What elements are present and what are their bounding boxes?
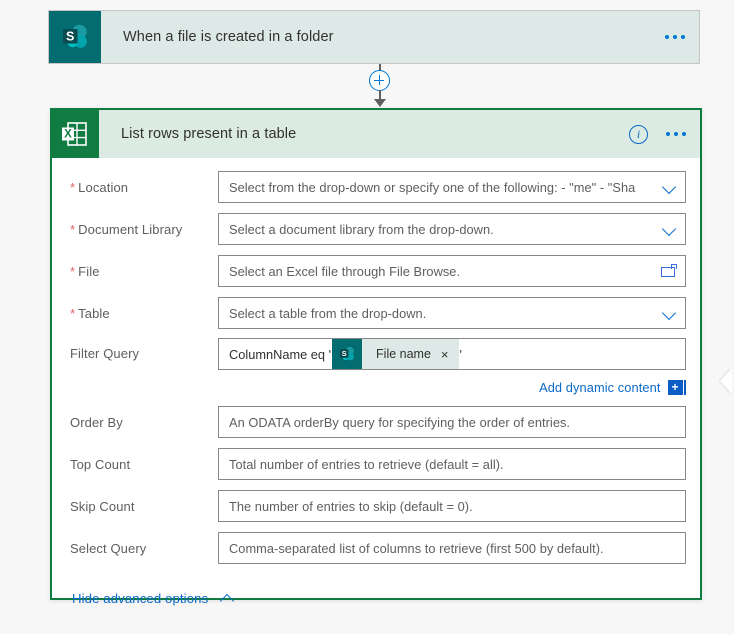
action-card-header[interactable]: X List rows present in a table i — [51, 109, 700, 158]
file-input[interactable]: Select an Excel file through File Browse… — [218, 255, 686, 287]
folder-icon[interactable] — [661, 264, 677, 278]
chevron-down-icon[interactable] — [663, 180, 677, 194]
field-row-select-query: Select Query Comma-separated list of col… — [52, 531, 700, 565]
table-placeholder: Select a table from the drop-down. — [229, 305, 427, 321]
action-more-button[interactable] — [666, 132, 686, 136]
dynamic-content-token[interactable]: S File name × — [332, 339, 459, 369]
dot — [673, 35, 677, 39]
field-row-top-count: Top Count Total number of entries to ret… — [52, 447, 700, 481]
location-placeholder: Select from the drop-down or specify one… — [229, 179, 636, 195]
field-row-table: * Table Select a table from the drop-down… — [52, 296, 700, 330]
required-asterisk: * — [70, 179, 76, 195]
select-query-placeholder: Comma-separated list of columns to retri… — [229, 540, 604, 556]
skip-count-placeholder: The number of entries to skip (default =… — [229, 498, 473, 514]
field-label-document-library: * Document Library — [70, 222, 218, 237]
token-label: File name — [376, 347, 431, 361]
advanced-options-label[interactable]: Hide advanced options — [72, 591, 208, 606]
field-label-select-query: Select Query — [70, 540, 147, 556]
folder-body — [661, 267, 675, 277]
chevron-down-icon[interactable] — [663, 222, 677, 236]
location-input[interactable]: Select from the drop-down or specify one… — [218, 171, 686, 203]
field-row-document-library: * Document Library Select a document libr… — [52, 212, 700, 246]
advanced-options-toggle[interactable]: Hide advanced options — [52, 587, 700, 609]
dot — [681, 35, 685, 39]
field-label-text: Document Library — [78, 221, 183, 237]
excel-icon: X — [51, 109, 99, 158]
file-placeholder: Select an Excel file through File Browse… — [229, 263, 461, 279]
required-asterisk: * — [70, 263, 76, 279]
field-label-order-by: Order By — [70, 414, 123, 430]
field-label-text: File — [78, 263, 100, 279]
add-dynamic-content-row: Add dynamic content + — [52, 378, 700, 396]
svg-text:S: S — [66, 29, 74, 43]
filter-query-input[interactable]: ColumnName eq ' S File name × ' — [218, 338, 686, 370]
field-label-top-count: Top Count — [70, 456, 131, 472]
trigger-more-button[interactable] — [665, 35, 685, 39]
connector-arrow-icon — [373, 99, 386, 107]
select-query-input[interactable]: Comma-separated list of columns to retri… — [218, 532, 686, 564]
panel-collapse-handle[interactable] — [720, 368, 732, 394]
add-dynamic-content-button[interactable]: Add dynamic content — [539, 380, 660, 395]
order-by-placeholder: An ODATA orderBy query for specifying th… — [229, 414, 571, 430]
sharepoint-icon: S — [49, 11, 101, 63]
field-label-file: * File — [70, 264, 218, 279]
close-icon[interactable]: × — [441, 348, 459, 361]
flow-connector — [366, 64, 394, 108]
svg-text:X: X — [64, 128, 72, 140]
dot — [665, 35, 669, 39]
action-title: List rows present in a table — [121, 126, 297, 142]
document-library-placeholder: Select a document library from the drop-… — [229, 221, 494, 237]
sharepoint-icon: S — [332, 339, 363, 369]
field-label-location: * Location — [70, 180, 218, 195]
trigger-title: When a file is created in a folder — [123, 29, 334, 45]
dot — [666, 132, 670, 136]
table-input[interactable]: Select a table from the drop-down. — [218, 297, 686, 329]
field-row-location: * Location Select from the drop-down or s… — [52, 170, 700, 204]
chevron-down-icon[interactable] — [663, 306, 677, 320]
field-label-table: * Table — [70, 306, 218, 321]
required-asterisk: * — [70, 221, 76, 237]
skip-count-input[interactable]: The number of entries to skip (default =… — [218, 490, 686, 522]
trigger-card-sharepoint[interactable]: S When a file is created in a folder — [48, 10, 700, 64]
svg-text:S: S — [342, 349, 347, 358]
chevron-up-icon[interactable] — [220, 592, 236, 604]
field-row-filter-query: Filter Query ColumnName eq ' S File name… — [52, 338, 700, 372]
field-label-text: Table — [78, 305, 110, 321]
action-card-excel: X List rows present in a table i * Locati… — [50, 108, 702, 606]
filter-query-prefix: ColumnName eq ' — [229, 346, 332, 362]
dot — [682, 132, 686, 136]
field-label-skip-count: Skip Count — [70, 498, 135, 514]
field-row-order-by: Order By An ODATA orderBy query for spec… — [52, 405, 700, 439]
add-dynamic-divider — [684, 379, 686, 395]
info-icon[interactable]: i — [629, 124, 648, 144]
field-row-skip-count: Skip Count The number of entries to skip… — [52, 489, 700, 523]
add-step-button[interactable] — [369, 70, 390, 91]
action-form-body: * Location Select from the drop-down or s… — [52, 158, 700, 609]
filter-query-suffix: ' — [459, 346, 462, 362]
field-row-file: * File Select an Excel file through File … — [52, 254, 700, 288]
required-asterisk: * — [70, 305, 76, 321]
dot — [674, 132, 678, 136]
field-label-filter-query: Filter Query — [70, 346, 140, 361]
top-count-placeholder: Total number of entries to retrieve (def… — [229, 456, 504, 472]
flow-designer-canvas: S When a file is created in a folder X L… — [0, 0, 734, 634]
order-by-input[interactable]: An ODATA orderBy query for specifying th… — [218, 406, 686, 438]
field-label-text: Location — [78, 179, 129, 195]
top-count-input[interactable]: Total number of entries to retrieve (def… — [218, 448, 686, 480]
plus-icon[interactable]: + — [667, 379, 683, 395]
action-header-controls: i — [629, 124, 686, 144]
document-library-input[interactable]: Select a document library from the drop-… — [218, 213, 686, 245]
